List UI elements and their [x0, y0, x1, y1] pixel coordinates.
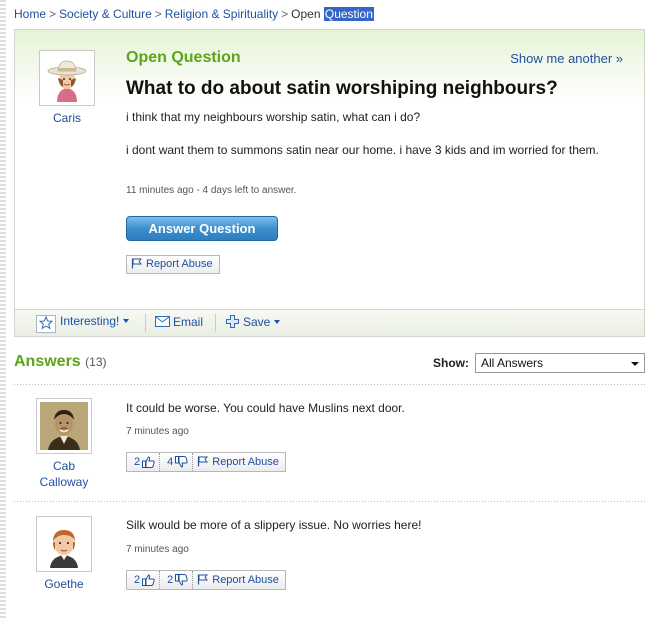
answerer-name[interactable]: Cab Calloway [30, 458, 98, 490]
thumbs-up-button[interactable]: 2 [127, 571, 161, 589]
answerer-avatar[interactable] [36, 516, 92, 572]
asker-avatar[interactable] [39, 50, 95, 106]
answer-time: 7 minutes ago [126, 426, 189, 437]
thumbs-up-count: 2 [134, 456, 141, 468]
toolbar-divider [145, 314, 146, 332]
answer-text: It could be worse. You could have Muslin… [126, 401, 405, 415]
show-another-link[interactable]: Show me another » [510, 51, 623, 66]
breadcrumb-home[interactable]: Home [14, 7, 46, 21]
answers-filter-value: All Answers [481, 356, 544, 370]
avatar-cab-calloway-icon [40, 402, 88, 450]
flag-icon [198, 456, 209, 467]
breadcrumb-separator: > [49, 7, 57, 21]
thumbs-down-icon [175, 574, 188, 586]
answers-heading: Answers (13) [14, 353, 107, 371]
thumbs-up-icon [142, 456, 155, 468]
question-body-line1: i think that my neighbours worship satin… [126, 110, 421, 124]
save-label: Save [243, 315, 271, 329]
answer-vote-bar: 2 2 Report Abuse [126, 570, 286, 590]
star-icon [36, 315, 56, 333]
thumbs-down-count: 4 [167, 456, 174, 468]
question-toolbar: Interesting! Email Save [15, 309, 644, 336]
show-filter-label: Show: [433, 356, 469, 370]
answer-divider [14, 501, 645, 502]
answer-divider [14, 384, 645, 385]
question-body-line2: i dont want them to summons satin near o… [126, 143, 599, 157]
question-status-label: Open Question [126, 49, 241, 66]
chevron-down-icon [274, 320, 281, 324]
question-meta: 11 minutes ago - 4 days left to answer. [126, 185, 297, 196]
interesting-button[interactable]: Interesting! [36, 314, 130, 333]
answer-vote-bar: 2 4 Report Abuse [126, 452, 286, 472]
save-button[interactable]: Save [226, 315, 281, 329]
thumbs-up-icon [142, 574, 155, 586]
breadcrumb: Home > Society & Culture > Religion & Spirit… [14, 7, 374, 21]
thumbs-up-count: 2 [134, 574, 141, 586]
answer-report-abuse-button[interactable]: Report Abuse [193, 453, 285, 471]
answerer-name-line1: Cab [52, 459, 75, 473]
answer-text: Silk would be more of a slippery issue. … [126, 518, 422, 532]
report-abuse-label: Report Abuse [212, 574, 279, 586]
report-abuse-label: Report Abuse [146, 258, 213, 270]
asker-name[interactable]: Caris [39, 110, 95, 126]
breadcrumb-separator: > [154, 7, 162, 21]
flag-icon [131, 258, 142, 269]
email-label: Email [173, 315, 204, 329]
answer-question-button[interactable]: Answer Question [126, 216, 278, 241]
answerer-avatar[interactable] [36, 398, 92, 454]
answers-label: Answers [14, 353, 81, 370]
answerer-name[interactable]: Goethe [30, 576, 98, 592]
email-button[interactable]: Email [155, 315, 203, 329]
thumbs-down-button[interactable]: 4 [160, 453, 194, 471]
answer-report-abuse-button[interactable]: Report Abuse [193, 571, 285, 589]
chevron-down-icon [631, 362, 639, 366]
question-panel: Caris Open Question Show me another » Wh… [14, 29, 645, 337]
thumbs-down-button[interactable]: 2 [160, 571, 194, 589]
answer-time: 7 minutes ago [126, 544, 189, 555]
interesting-label: Interesting! [60, 314, 120, 328]
question-report-abuse-button[interactable]: Report Abuse [126, 255, 220, 274]
thumbs-up-button[interactable]: 2 [127, 453, 161, 471]
answers-count: (13) [85, 355, 107, 369]
plus-icon [226, 315, 239, 328]
answers-filter-select[interactable]: All Answers [475, 353, 645, 373]
avatar-goethe-icon [40, 520, 88, 568]
toolbar-divider [215, 314, 216, 332]
chevron-down-icon [123, 319, 130, 323]
thumbs-down-icon [175, 456, 188, 468]
breadcrumb-separator: > [281, 7, 289, 21]
breadcrumb-current-highlight: Question [323, 7, 374, 21]
page-left-border [0, 0, 6, 620]
breadcrumb-religion-spirituality[interactable]: Religion & Spirituality [165, 7, 278, 21]
thumbs-down-count: 2 [167, 574, 174, 586]
breadcrumb-society-culture[interactable]: Society & Culture [59, 7, 152, 21]
breadcrumb-current: Open [291, 7, 321, 21]
avatar-caris-icon [43, 54, 91, 102]
answerer-name-line2: Calloway [39, 475, 89, 489]
flag-icon [198, 574, 209, 585]
report-abuse-label: Report Abuse [212, 456, 279, 468]
question-title: What to do about satin worshiping neighb… [126, 78, 558, 99]
envelope-icon [155, 316, 170, 327]
